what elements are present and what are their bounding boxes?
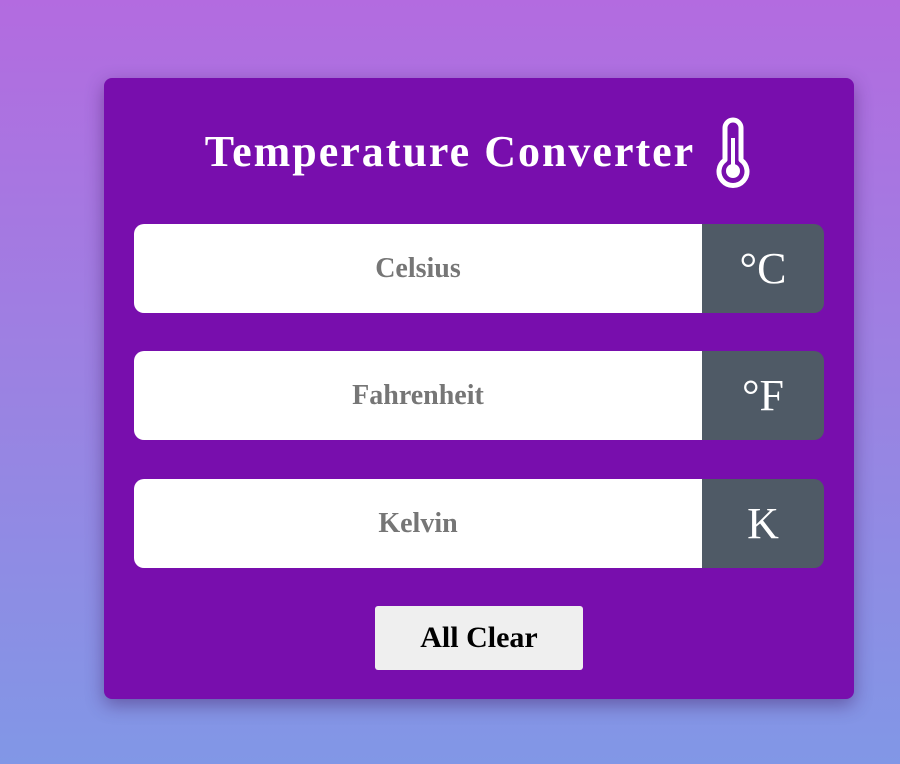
all-clear-button[interactable]: All Clear [375, 606, 583, 670]
kelvin-unit-label: K [702, 479, 824, 568]
header: Temperature Converter [104, 114, 854, 190]
fahrenheit-row: °F [134, 351, 824, 440]
kelvin-row: K [134, 479, 824, 568]
celsius-unit-label: °C [702, 224, 824, 313]
kelvin-input[interactable] [134, 479, 702, 568]
page-title: Temperature Converter [204, 127, 696, 176]
converter-card: Temperature Converter °C °F K All Clear [104, 78, 854, 699]
celsius-row: °C [134, 224, 824, 313]
fahrenheit-input[interactable] [134, 351, 702, 440]
celsius-input[interactable] [134, 224, 702, 313]
fahrenheit-unit-label: °F [702, 351, 824, 440]
thermometer-icon [716, 117, 750, 188]
